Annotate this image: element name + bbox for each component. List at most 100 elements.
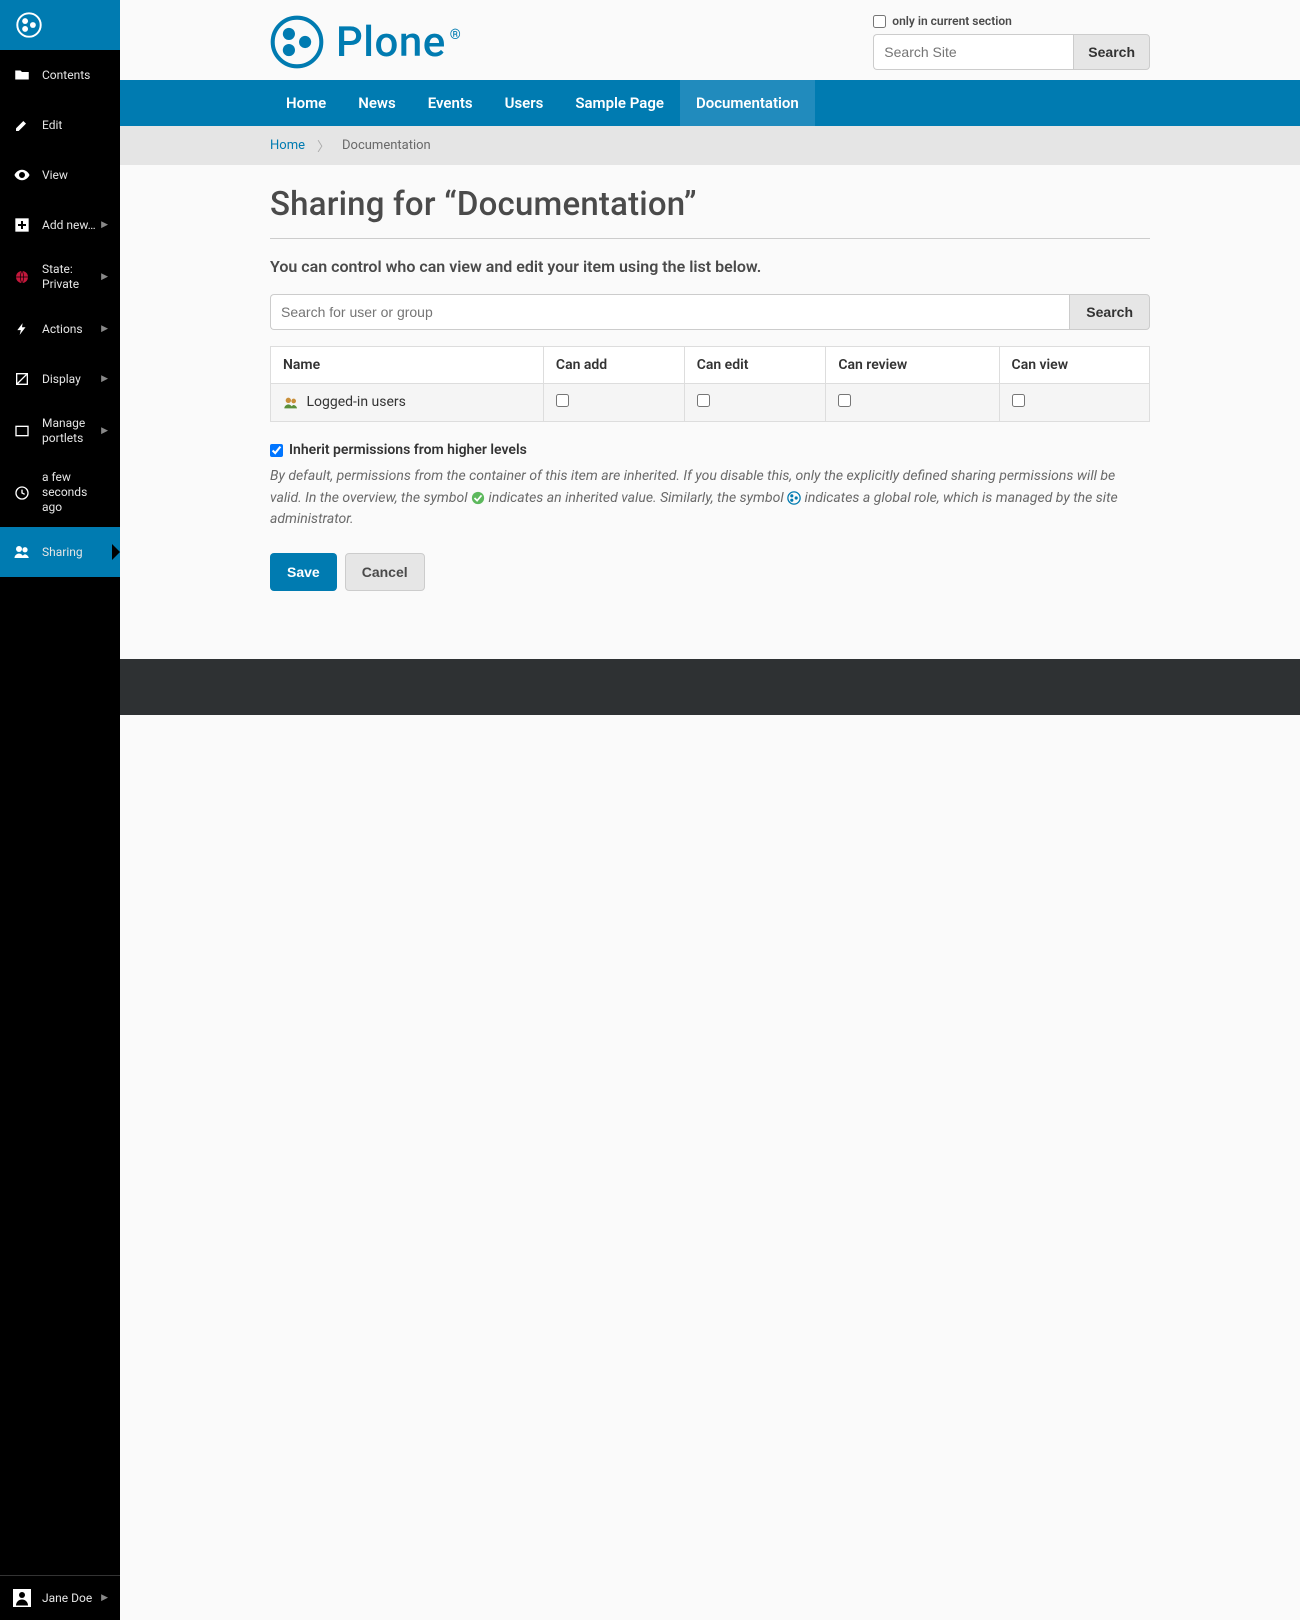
col-can-edit: Can edit [684,347,826,384]
search-button[interactable]: Search [1073,34,1150,70]
sidebar-user-label: Jane Doe [42,1591,92,1605]
table-row: Logged-in users [271,384,1150,422]
shapes-icon [12,369,32,389]
only-current-section-checkbox[interactable] [873,15,886,28]
checkbox-can-edit[interactable] [697,394,710,407]
inherited-value-icon [471,491,485,505]
row-name-text: Logged-in users [306,394,405,410]
sidebar-item-label: Manage portlets [42,416,97,446]
bolt-icon [12,319,32,339]
user-icon [12,1588,32,1608]
checkbox-can-view[interactable] [1012,394,1025,407]
col-name: Name [271,347,544,384]
checkbox-can-review[interactable] [838,394,851,407]
cell-can-add [543,384,684,422]
sidebar-item-label: Display [42,372,97,387]
chevron-right-icon: ▶ [101,220,108,230]
chevron-right-icon: ▶ [101,1593,108,1603]
user-search-input[interactable] [270,294,1069,330]
col-can-add: Can add [543,347,684,384]
topbar: Plone® only in current section Search [120,0,1300,80]
nav-tab-home[interactable]: Home [270,80,342,126]
sidebar-item-display[interactable]: Display ▶ [0,354,120,404]
breadcrumb-home[interactable]: Home [270,138,305,153]
breadcrumb-current: Documentation [342,138,431,153]
chevron-right-icon: ▶ [101,374,108,384]
page-subtitle: You can control who can view and edit yo… [270,257,1150,276]
brand-name: Plone® [336,18,461,67]
cell-name: Logged-in users [271,384,544,422]
plone-circle-icon [16,12,42,38]
toolbar-sidebar: Contents Edit View Add new… ▶ State: Pri… [0,0,120,1620]
pencil-icon [12,115,32,135]
inherit-permissions-label[interactable]: Inherit permissions from higher levels [270,442,1150,458]
table-header-row: Name Can add Can edit Can review Can vie… [271,347,1150,384]
site-search: only in current section Search [873,14,1150,70]
sidebar-item-view[interactable]: View [0,150,120,200]
chevron-right-icon: ▶ [101,272,108,282]
checkbox-can-add[interactable] [556,394,569,407]
chevron-right-icon: ▶ [101,324,108,334]
square-icon [12,421,32,441]
globe-red-icon [12,267,32,287]
sidebar-item-label: Sharing [42,545,108,560]
page-title: Sharing for “Documentation” [270,185,1150,224]
save-button[interactable]: Save [270,553,337,591]
sidebar-item-edit[interactable]: Edit [0,100,120,150]
folder-icon [12,65,32,85]
sidebar-item-actions[interactable]: Actions ▶ [0,304,120,354]
sidebar-item-label: View [42,168,108,183]
nav-tab-news[interactable]: News [342,80,411,126]
sidebar-item-label: Add new… [42,218,97,233]
nav-tab-sample-page[interactable]: Sample Page [559,80,680,126]
permissions-table: Name Can add Can edit Can review Can vie… [270,346,1150,422]
user-search-button[interactable]: Search [1069,294,1150,330]
clock-icon [12,483,32,503]
sidebar-items: Contents Edit View Add new… ▶ State: Pri… [0,50,120,1575]
global-nav: Home News Events Users Sample Page Docum… [120,80,1300,126]
sidebar-item-label: Contents [42,68,108,83]
sidebar-item-sharing[interactable]: Sharing [0,527,120,577]
breadcrumb: Home 〉 Documentation [120,126,1300,165]
plone-logo-button[interactable] [0,0,120,50]
plone-logo-icon [270,15,324,69]
only-current-section-text: only in current section [892,14,1012,28]
search-input[interactable] [873,34,1073,70]
inherit-permissions-checkbox[interactable] [270,444,283,457]
plus-icon [12,215,32,235]
inherit-description: By default, permissions from the contain… [270,466,1150,531]
sidebar-item-history[interactable]: a few seconds ago [0,458,120,527]
sidebar-item-label: Actions [42,322,97,337]
col-can-review: Can review [826,347,999,384]
sidebar-item-manage-portlets[interactable]: Manage portlets ▶ [0,404,120,458]
group-icon [283,395,299,411]
cell-can-review [826,384,999,422]
form-buttons: Save Cancel [270,553,1150,591]
sidebar-item-state[interactable]: State: Private ▶ [0,250,120,304]
sidebar-item-label: Edit [42,118,108,133]
main-area: Plone® only in current section Search Ho… [120,0,1300,1620]
footer [120,659,1300,715]
title-divider [270,238,1150,239]
sidebar-item-add-new[interactable]: Add new… ▶ [0,200,120,250]
sidebar-item-label: State: Private [42,262,97,292]
global-role-icon [787,491,801,505]
only-current-section-label[interactable]: only in current section [873,14,1012,28]
sidebar-user-menu[interactable]: Jane Doe ▶ [0,1575,120,1620]
site-logo[interactable]: Plone® [270,15,461,69]
content: Sharing for “Documentation” You can cont… [270,165,1150,631]
inherit-permissions-text: Inherit permissions from higher levels [289,442,527,458]
nav-tab-documentation[interactable]: Documentation [680,80,815,126]
chevron-right-icon: ▶ [101,426,108,436]
eye-icon [12,165,32,185]
nav-tab-users[interactable]: Users [489,80,560,126]
nav-tab-events[interactable]: Events [412,80,489,126]
cell-can-view [999,384,1149,422]
user-search-row: Search [270,294,1150,330]
breadcrumb-separator-icon: 〉 [317,136,330,155]
cell-can-edit [684,384,826,422]
col-can-view: Can view [999,347,1149,384]
people-icon [12,542,32,562]
sidebar-item-contents[interactable]: Contents [0,50,120,100]
cancel-button[interactable]: Cancel [345,553,425,591]
